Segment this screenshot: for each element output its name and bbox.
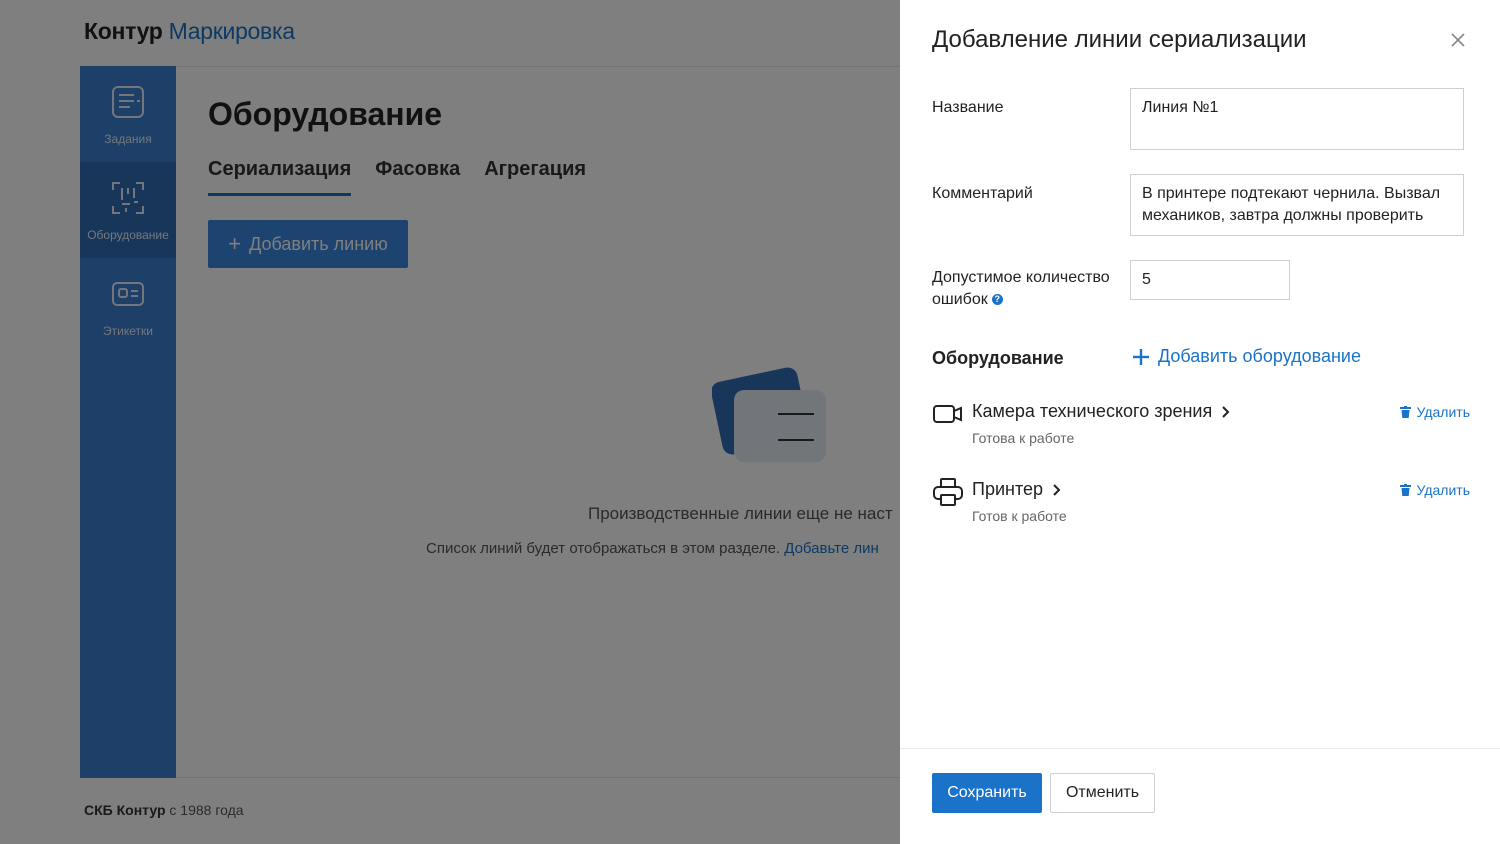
printer-icon — [933, 478, 963, 506]
camera-icon — [933, 405, 962, 423]
delete-printer-button[interactable]: Удалить — [1399, 482, 1470, 498]
save-button[interactable]: Сохранить — [932, 773, 1042, 813]
cancel-button[interactable]: Отменить — [1050, 773, 1155, 813]
delete-label: Удалить — [1416, 404, 1470, 420]
panel-footer: Сохранить Отменить — [900, 748, 1500, 844]
name-field[interactable]: Линия №1 — [1130, 88, 1464, 150]
trash-icon — [1399, 484, 1411, 496]
side-panel: Добавление линии сериализации Название Л… — [900, 0, 1500, 844]
close-icon[interactable] — [1448, 30, 1468, 50]
delete-camera-button[interactable]: Удалить — [1399, 404, 1470, 420]
equipment-status: Готов к работе — [972, 508, 1067, 524]
trash-icon — [1399, 406, 1411, 418]
delete-label: Удалить — [1416, 482, 1470, 498]
errors-label-line2: ошибок — [932, 291, 988, 308]
add-equipment-label: Добавить оборудование — [1158, 346, 1361, 366]
comment-field[interactable]: В принтере подтекают чернила. Вызвал мех… — [1130, 174, 1464, 236]
equipment-section-title: Оборудование — [932, 348, 1064, 368]
equipment-name-link[interactable]: Камера технического зрения — [972, 401, 1230, 422]
equipment-name: Принтер — [972, 479, 1044, 499]
panel-title: Добавление линии сериализации — [932, 26, 1307, 53]
plus-icon — [1133, 348, 1149, 365]
equipment-status: Готова к работе — [972, 430, 1075, 446]
errors-label-line1: Допустимое количество — [932, 269, 1110, 286]
chevron-right-icon — [1222, 405, 1230, 418]
equipment-name-link[interactable]: Принтер — [972, 479, 1061, 500]
add-equipment-button[interactable]: Добавить оборудование — [1132, 346, 1361, 367]
equipment-name: Камера технического зрения — [972, 401, 1213, 421]
chevron-right-icon — [1053, 483, 1061, 496]
errors-label: Допустимое количество ошибок? — [932, 267, 1110, 311]
errors-count-field[interactable]: 5 — [1130, 260, 1290, 300]
comment-label: Комментарий — [932, 185, 1033, 202]
help-icon[interactable]: ? — [991, 294, 1003, 306]
name-label: Название — [932, 99, 1004, 116]
